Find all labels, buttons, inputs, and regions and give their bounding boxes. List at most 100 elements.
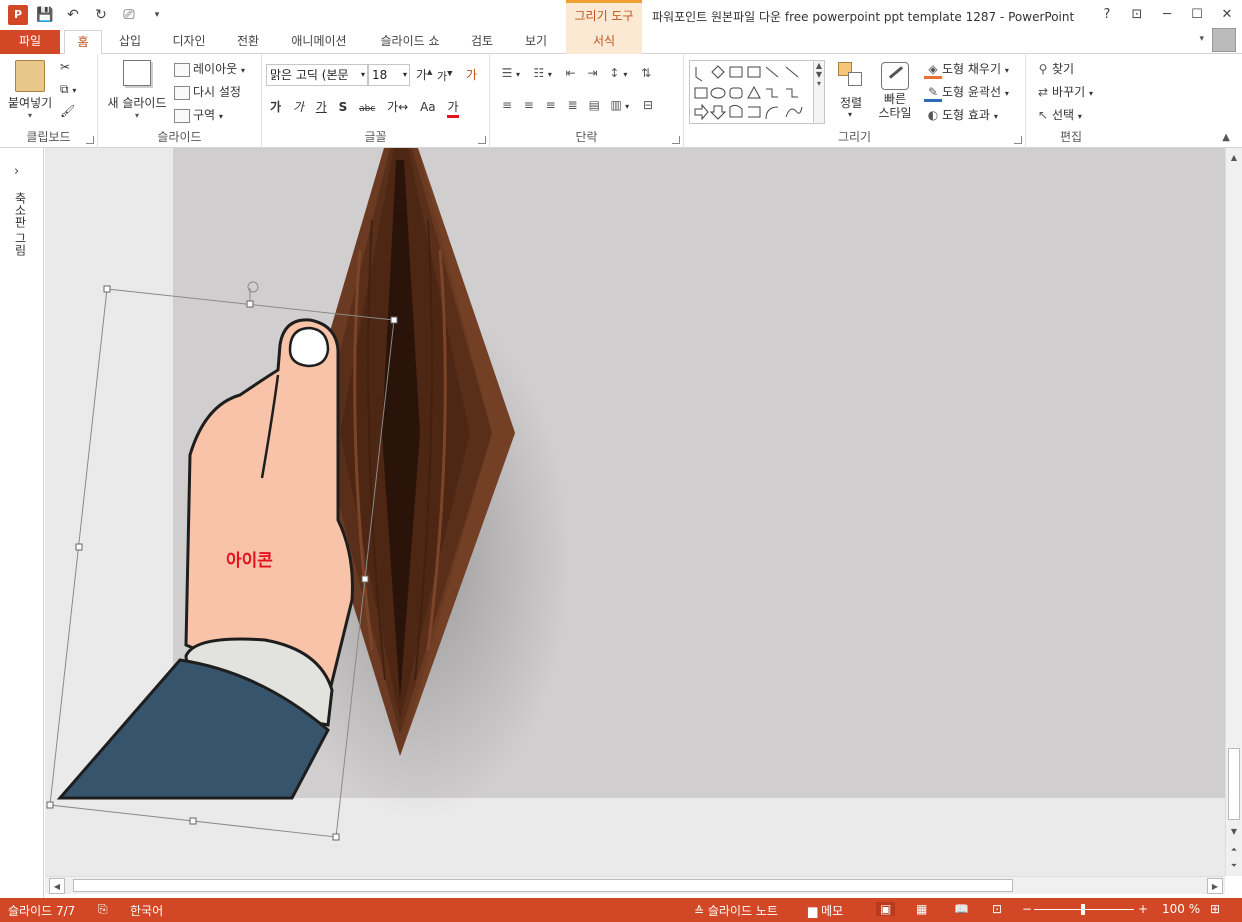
tab-slideshow[interactable]: 슬라이드 쇼	[370, 30, 450, 54]
scroll-up-icon[interactable]: ▲	[1226, 150, 1242, 166]
slide-canvas[interactable]	[45, 148, 1225, 876]
shrink-font-button[interactable]: 가▼	[437, 68, 453, 84]
zoom-slider-knob[interactable]	[1081, 904, 1085, 915]
justify-icon[interactable]: ≣	[563, 98, 581, 112]
tab-animations[interactable]: 애니메이션	[282, 30, 356, 54]
cut-icon[interactable]: ✂	[60, 60, 70, 74]
font-color-button[interactable]: 가	[447, 98, 459, 118]
font-size-dropdown[interactable]: 18 ▾	[368, 64, 410, 86]
reset-button[interactable]: 다시 설정	[174, 83, 241, 100]
slide[interactable]	[173, 148, 1225, 798]
previous-slide-icon[interactable]: ⏶	[1226, 842, 1242, 858]
underline-button[interactable]: 가	[316, 98, 327, 115]
collapse-ribbon-icon[interactable]: ▲	[1222, 132, 1230, 143]
account-dropdown-icon[interactable]: ▾	[1199, 34, 1204, 44]
distributed-icon[interactable]: ▤	[585, 98, 603, 112]
format-painter-icon[interactable]: 🖌	[60, 104, 75, 118]
tab-format[interactable]: 서식	[566, 30, 642, 54]
tab-file[interactable]: 파일	[0, 30, 60, 54]
strikethrough-button[interactable]: abc	[359, 104, 375, 114]
bullets-icon[interactable]: ☰	[498, 66, 516, 80]
drawing-dialog-launcher[interactable]	[1014, 136, 1022, 144]
close-button[interactable]: ✕	[1212, 0, 1242, 30]
minimize-button[interactable]: ─	[1152, 0, 1182, 30]
shape-effects-button[interactable]: ◐ 도형 효과 ▾	[924, 106, 998, 123]
paragraph-dialog-launcher[interactable]	[672, 136, 680, 144]
maximize-button[interactable]: ☐	[1182, 0, 1212, 30]
shadow-button[interactable]: S	[339, 100, 348, 114]
redo-icon[interactable]: ↻	[90, 5, 112, 25]
vertical-scroll-thumb[interactable]	[1228, 748, 1240, 820]
language-indicator[interactable]: 한국어	[130, 902, 163, 919]
increase-indent-icon[interactable]: ⇥	[584, 66, 602, 80]
slideshow-view-icon[interactable]: ⊡	[992, 902, 1002, 916]
italic-button[interactable]: 가	[293, 98, 304, 115]
grow-font-button[interactable]: 가▲	[416, 66, 432, 83]
powerpoint-logo-icon[interactable]: P	[8, 5, 28, 25]
zoom-level[interactable]: 100 %	[1162, 902, 1200, 916]
user-avatar[interactable]	[1212, 28, 1236, 52]
align-text-icon[interactable]: ⊟	[639, 98, 657, 112]
shapes-gallery[interactable]: ▲ ▼ ▾	[689, 60, 825, 124]
columns-icon[interactable]: ▥	[607, 98, 625, 112]
next-slide-icon[interactable]: ⏷	[1226, 858, 1242, 874]
spellcheck-icon[interactable]: ⎘	[98, 902, 108, 917]
slide-sorter-icon[interactable]: ▦	[916, 902, 927, 916]
help-button[interactable]: ?	[1092, 0, 1122, 30]
ribbon-display-button[interactable]: ⊡	[1122, 0, 1152, 30]
comments-button[interactable]: ▆ 메모	[808, 902, 843, 919]
present-icon[interactable]: ⎚	[118, 5, 140, 25]
shape-fill-button[interactable]: ◈ 도형 채우기 ▾	[924, 60, 1009, 79]
align-right-icon[interactable]: ≡	[542, 98, 560, 112]
horizontal-scrollbar[interactable]: ◀ ▶	[45, 876, 1225, 894]
reading-view-icon[interactable]: 📖	[954, 902, 969, 916]
line-spacing-icon[interactable]: ↕	[605, 66, 623, 80]
icon-caption[interactable]: 아이콘	[226, 546, 273, 571]
shapes-gallery-scroll[interactable]: ▲ ▼ ▾	[813, 61, 824, 123]
zoom-out-icon[interactable]: −	[1022, 902, 1032, 916]
font-dialog-launcher[interactable]	[478, 136, 486, 144]
align-center-icon[interactable]: ≡	[520, 98, 538, 112]
tab-insert[interactable]: 삽입	[110, 30, 150, 54]
scroll-down-icon[interactable]: ▼	[1226, 824, 1242, 840]
horizontal-scroll-thumb[interactable]	[73, 879, 1013, 892]
replace-button[interactable]: ⇄ 바꾸기 ▾	[1034, 83, 1093, 100]
select-button[interactable]: ↖ 선택 ▾	[1034, 106, 1082, 123]
clear-formatting-button[interactable]: 가	[466, 66, 477, 83]
save-icon[interactable]: 💾	[34, 5, 56, 25]
thumbnail-pane-label[interactable]: 축소판 그림	[12, 192, 29, 256]
paste-button[interactable]: 붙여넣기 ▾	[8, 60, 52, 120]
new-slide-button[interactable]: 새 슬라이드 ▾	[104, 60, 170, 120]
section-button[interactable]: 구역 ▾	[174, 106, 223, 123]
shape-outline-button[interactable]: ✎ 도형 윤곽선 ▾	[924, 83, 1009, 102]
notes-button[interactable]: ≙ 슬라이드 노트	[694, 902, 778, 919]
numbering-icon[interactable]: ☷	[530, 66, 548, 80]
tab-design[interactable]: 디자인	[162, 30, 216, 54]
find-button[interactable]: ⚲ 찾기	[1034, 60, 1075, 77]
layout-button[interactable]: 레이아웃 ▾	[174, 60, 245, 77]
scroll-right-icon[interactable]: ▶	[1207, 878, 1223, 894]
text-direction-icon[interactable]: ⇅	[637, 66, 655, 80]
tab-transitions[interactable]: 전환	[226, 30, 270, 54]
customize-qat-icon[interactable]: ▾	[146, 5, 168, 25]
undo-icon[interactable]: ↶	[62, 5, 84, 25]
expand-thumbnails-icon[interactable]: ›	[14, 164, 19, 179]
arrange-dropdown-icon: ▾	[848, 110, 853, 119]
font-name-dropdown[interactable]: 맑은 고딕 (본문 ▾	[266, 64, 368, 86]
fit-to-window-icon[interactable]: ⊞	[1210, 902, 1220, 916]
vertical-scrollbar[interactable]: ▲ ▼ ⏶ ⏷	[1225, 148, 1242, 876]
quick-styles-button[interactable]: 빠른 스타일	[872, 62, 918, 120]
tab-view[interactable]: 보기	[514, 30, 558, 54]
tab-home[interactable]: 홈	[64, 30, 102, 55]
decrease-indent-icon[interactable]: ⇤	[562, 66, 580, 80]
change-case-button[interactable]: Aa	[420, 100, 436, 114]
normal-view-icon[interactable]: ▣	[876, 902, 896, 916]
zoom-in-icon[interactable]: +	[1138, 902, 1148, 916]
character-spacing-button[interactable]: 가↔	[387, 98, 408, 115]
scroll-left-icon[interactable]: ◀	[49, 878, 65, 894]
align-left-icon[interactable]: ≡	[498, 98, 516, 112]
tab-review[interactable]: 검토	[462, 30, 502, 54]
copy-icon[interactable]: ⧉ ▾	[60, 82, 76, 97]
clipboard-dialog-launcher[interactable]	[86, 136, 94, 144]
bold-button[interactable]: 가	[270, 98, 281, 115]
